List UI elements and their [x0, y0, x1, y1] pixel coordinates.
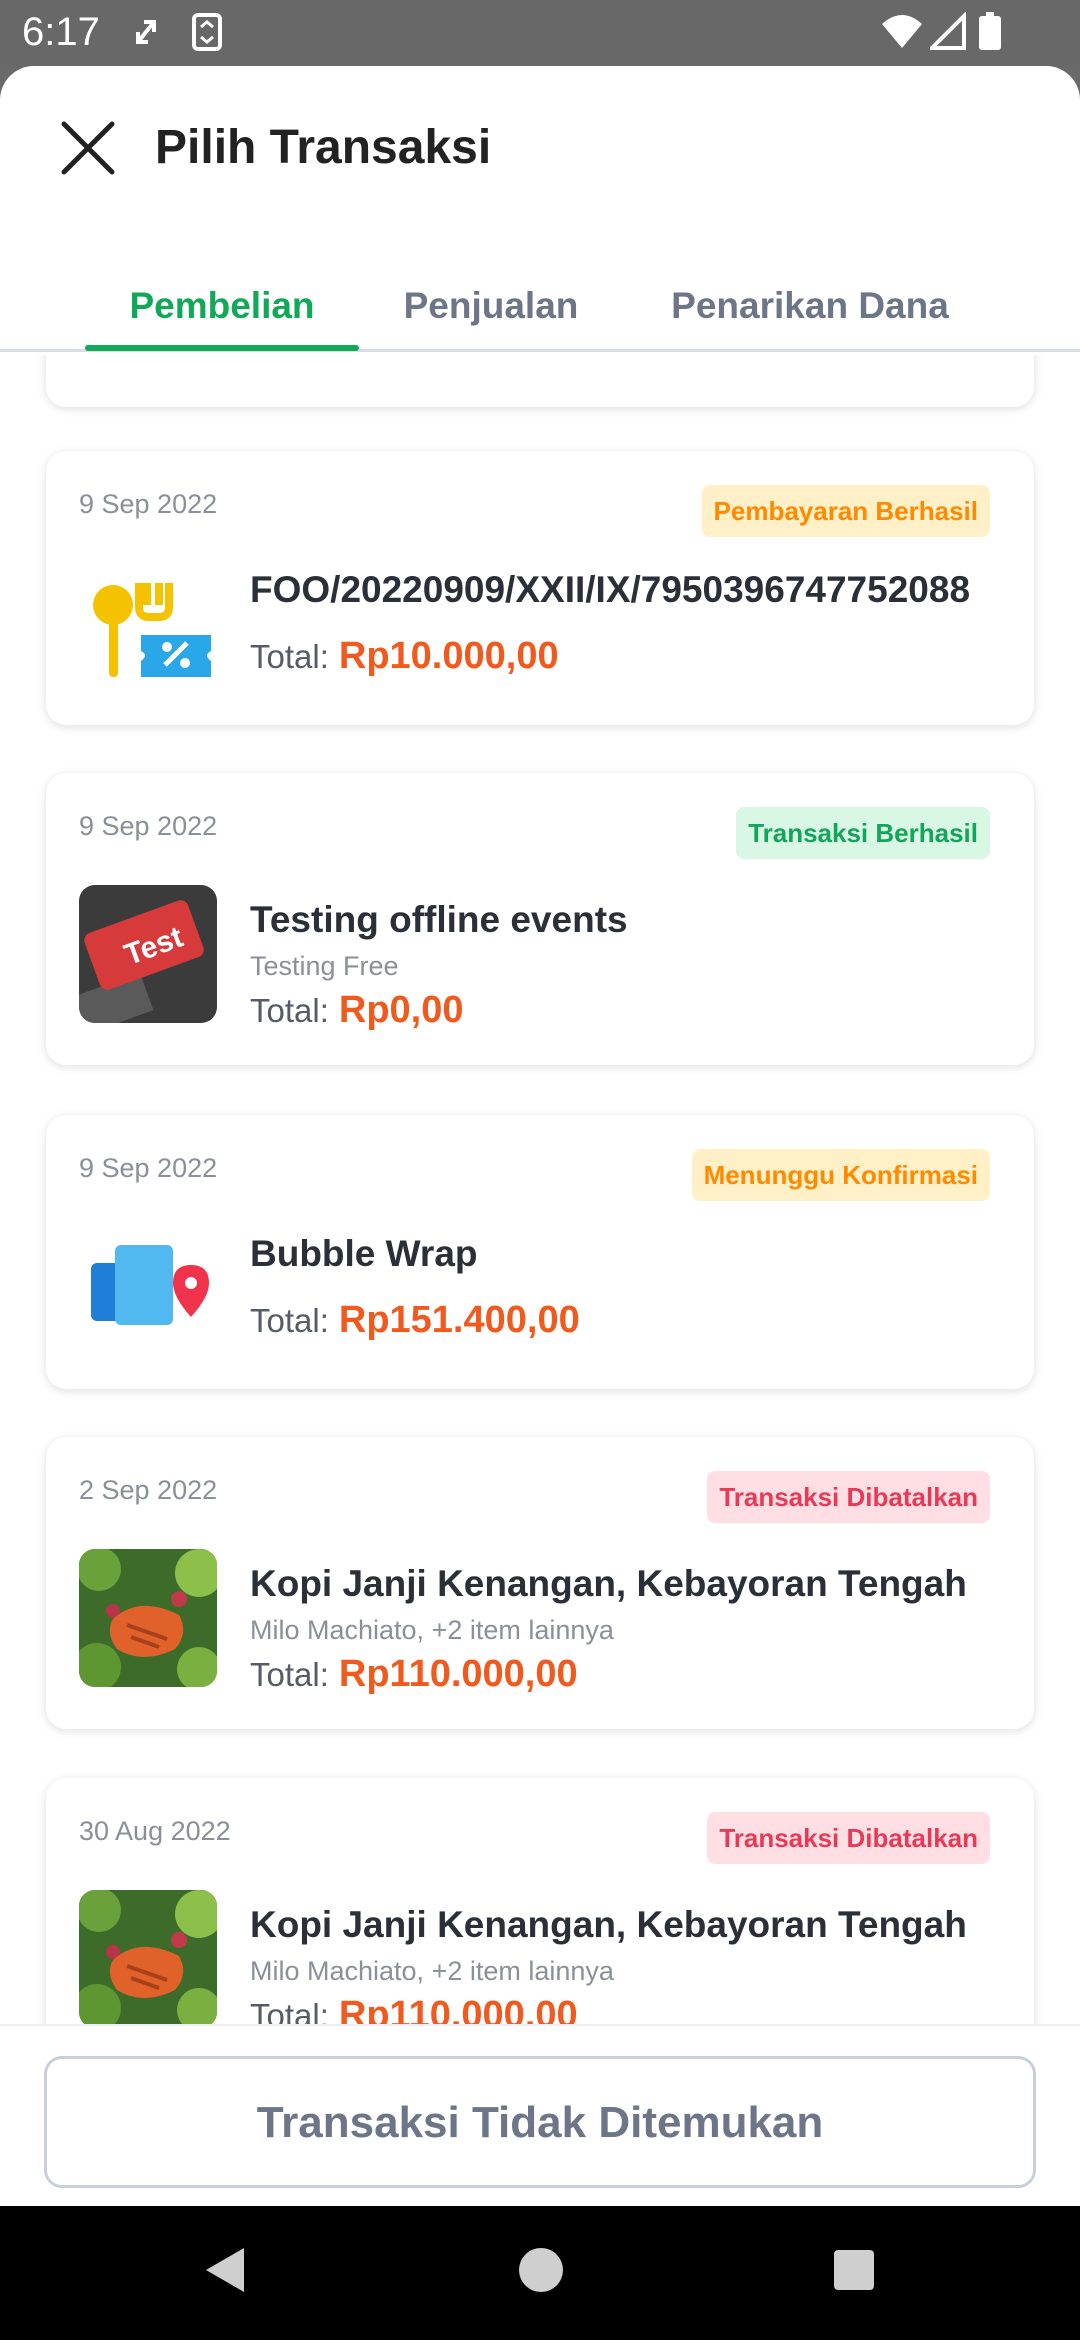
- status-badge: Pembayaran Berhasil: [701, 485, 990, 537]
- status-badge: Transaksi Dibatalkan: [707, 1812, 990, 1864]
- transaction-total: Total: Rp0,00: [250, 989, 464, 1032]
- screenshot-icon: [190, 12, 224, 57]
- transaction-card[interactable]: 9 Sep 2022 Transaksi Berhasil Test Testi…: [46, 773, 1034, 1065]
- tab-penarikan-dana[interactable]: Penarikan Dana: [640, 256, 980, 352]
- status-badge: Transaksi Berhasil: [736, 807, 990, 859]
- transaction-card[interactable]: 9 Sep 2022 Pembayaran Berhasil FOO/20220…: [46, 451, 1034, 725]
- total-label: Total:: [250, 992, 329, 1029]
- status-bar: 6:17: [0, 0, 1080, 66]
- total-amount: Rp10.000,00: [338, 635, 559, 677]
- status-time: 6:17: [22, 10, 100, 54]
- delivery-location-icon: [79, 1223, 217, 1361]
- total-label: Total:: [250, 1656, 329, 1693]
- transaction-card-partial[interactable]: [46, 355, 1034, 407]
- rotate-icon: [132, 12, 162, 57]
- total-amount: Rp0,00: [338, 989, 464, 1031]
- transaction-title: FOO/20220909/XXII/IX/7950396747752088: [250, 569, 971, 610]
- transaction-list[interactable]: 9 Sep 2022 Pembayaran Berhasil FOO/20220…: [0, 355, 1080, 2090]
- bottom-action-bar: Transaksi Tidak Ditemukan: [0, 2024, 1080, 2206]
- transaction-not-found-button[interactable]: Transaksi Tidak Ditemukan: [44, 2056, 1036, 2188]
- transaction-subtitle: Milo Machiato, +2 item lainnya: [250, 1615, 614, 1645]
- transaction-total: Total: Rp151.400,00: [250, 1299, 580, 1342]
- salmon-salad-image: [79, 1549, 217, 1687]
- transaction-title: Bubble Wrap: [250, 1233, 478, 1274]
- close-icon: [61, 121, 115, 175]
- total-label: Total:: [250, 1302, 329, 1339]
- tab-penjualan[interactable]: Penjualan: [380, 256, 602, 352]
- tab-bar: Pembelian Penjualan Penarikan Dana: [0, 256, 1080, 352]
- total-label: Total:: [250, 638, 329, 675]
- recents-icon[interactable]: [828, 2242, 880, 2303]
- transaction-card[interactable]: 9 Sep 2022 Menunggu Konfirmasi Bubble Wr…: [46, 1115, 1034, 1389]
- page-title: Pilih Transaksi: [155, 121, 492, 174]
- transaction-date: 30 Aug 2022: [79, 1816, 231, 1846]
- test-keyboard-image: Test: [79, 885, 217, 1023]
- transaction-picker-sheet: Pilih Transaksi Pembelian Penjualan Pena…: [0, 66, 1080, 2206]
- transaction-title: Kopi Janji Kenangan, Kebayoran Tengah: [250, 1563, 967, 1604]
- close-button[interactable]: [52, 112, 124, 184]
- transaction-date: 9 Sep 2022: [79, 489, 218, 519]
- transaction-title: Testing offline events: [250, 899, 628, 940]
- signal-icon: [927, 11, 966, 57]
- tab-indicator: [85, 345, 359, 351]
- system-nav-bar: [0, 2206, 1080, 2340]
- wifi-icon: [880, 12, 924, 57]
- sheet-header: Pilih Transaksi: [0, 66, 1080, 216]
- transaction-total: Total: Rp10.000,00: [250, 635, 559, 678]
- status-badge: Menunggu Konfirmasi: [691, 1149, 990, 1201]
- status-badge: Transaksi Dibatalkan: [707, 1471, 990, 1523]
- back-icon[interactable]: [200, 2242, 250, 2303]
- transaction-total: Total: Rp110.000,00: [250, 1653, 578, 1696]
- home-icon[interactable]: [514, 2242, 568, 2303]
- food-voucher-icon: [79, 563, 217, 701]
- transaction-date: 2 Sep 2022: [79, 1475, 218, 1505]
- transaction-title: Kopi Janji Kenangan, Kebayoran Tengah: [250, 1904, 967, 1945]
- transaction-card[interactable]: 2 Sep 2022 Transaksi Dibatalkan Kopi Jan…: [46, 1437, 1034, 1729]
- battery-icon: [978, 12, 1002, 57]
- transaction-subtitle: Testing Free: [250, 951, 399, 981]
- total-amount: Rp151.400,00: [338, 1299, 580, 1341]
- transaction-date: 9 Sep 2022: [79, 1153, 218, 1183]
- transaction-date: 9 Sep 2022: [79, 811, 218, 841]
- transaction-subtitle: Milo Machiato, +2 item lainnya: [250, 1956, 614, 1986]
- tab-pembelian[interactable]: Pembelian: [85, 256, 359, 352]
- total-amount: Rp110.000,00: [338, 1653, 578, 1695]
- salmon-salad-image: [79, 1890, 217, 2028]
